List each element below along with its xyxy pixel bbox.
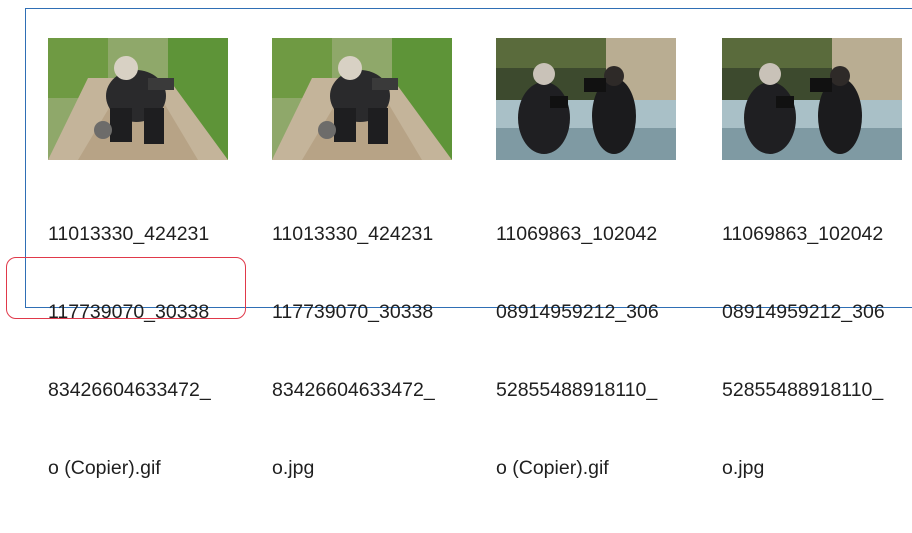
file-name: 11069863_102042 08914959212_306 52855488…	[722, 169, 912, 533]
file-name-line: 11069863_102042	[496, 223, 658, 245]
file-name-line: 52855488918110_	[496, 379, 658, 401]
file-name-line: o (Copier).gif	[48, 457, 161, 479]
file-name-line: 11069863_102042	[722, 223, 884, 245]
file-name: 11069863_102042 08914959212_306 52855488…	[496, 169, 686, 533]
file-name-line: 83426604633472_	[48, 379, 211, 401]
file-name-line: o.jpg	[722, 457, 765, 479]
file-thumbnail[interactable]	[496, 38, 676, 160]
file-name-line: 11013330_424231	[48, 223, 210, 245]
file-name-line: 117739070_30338	[272, 301, 434, 323]
file-name-line: o.jpg	[272, 457, 315, 479]
file-name-line: 08914959212_306	[496, 301, 659, 323]
file-name-line: 08914959212_306	[722, 301, 885, 323]
annotation-highlight-box	[6, 257, 246, 319]
file-thumbnail[interactable]	[722, 38, 902, 160]
file-name: 11013330_424231 117739070_30338 83426604…	[48, 169, 238, 533]
file-thumbnail[interactable]	[272, 38, 452, 160]
file-thumbnail[interactable]	[48, 38, 228, 160]
file-name-line: o (Copier).gif	[496, 457, 609, 479]
file-name-line: 83426604633472_	[272, 379, 435, 401]
file-name: 11013330_424231 117739070_30338 83426604…	[272, 169, 462, 533]
file-name-line: 11013330_424231	[272, 223, 434, 245]
file-name-line: 52855488918110_	[722, 379, 884, 401]
